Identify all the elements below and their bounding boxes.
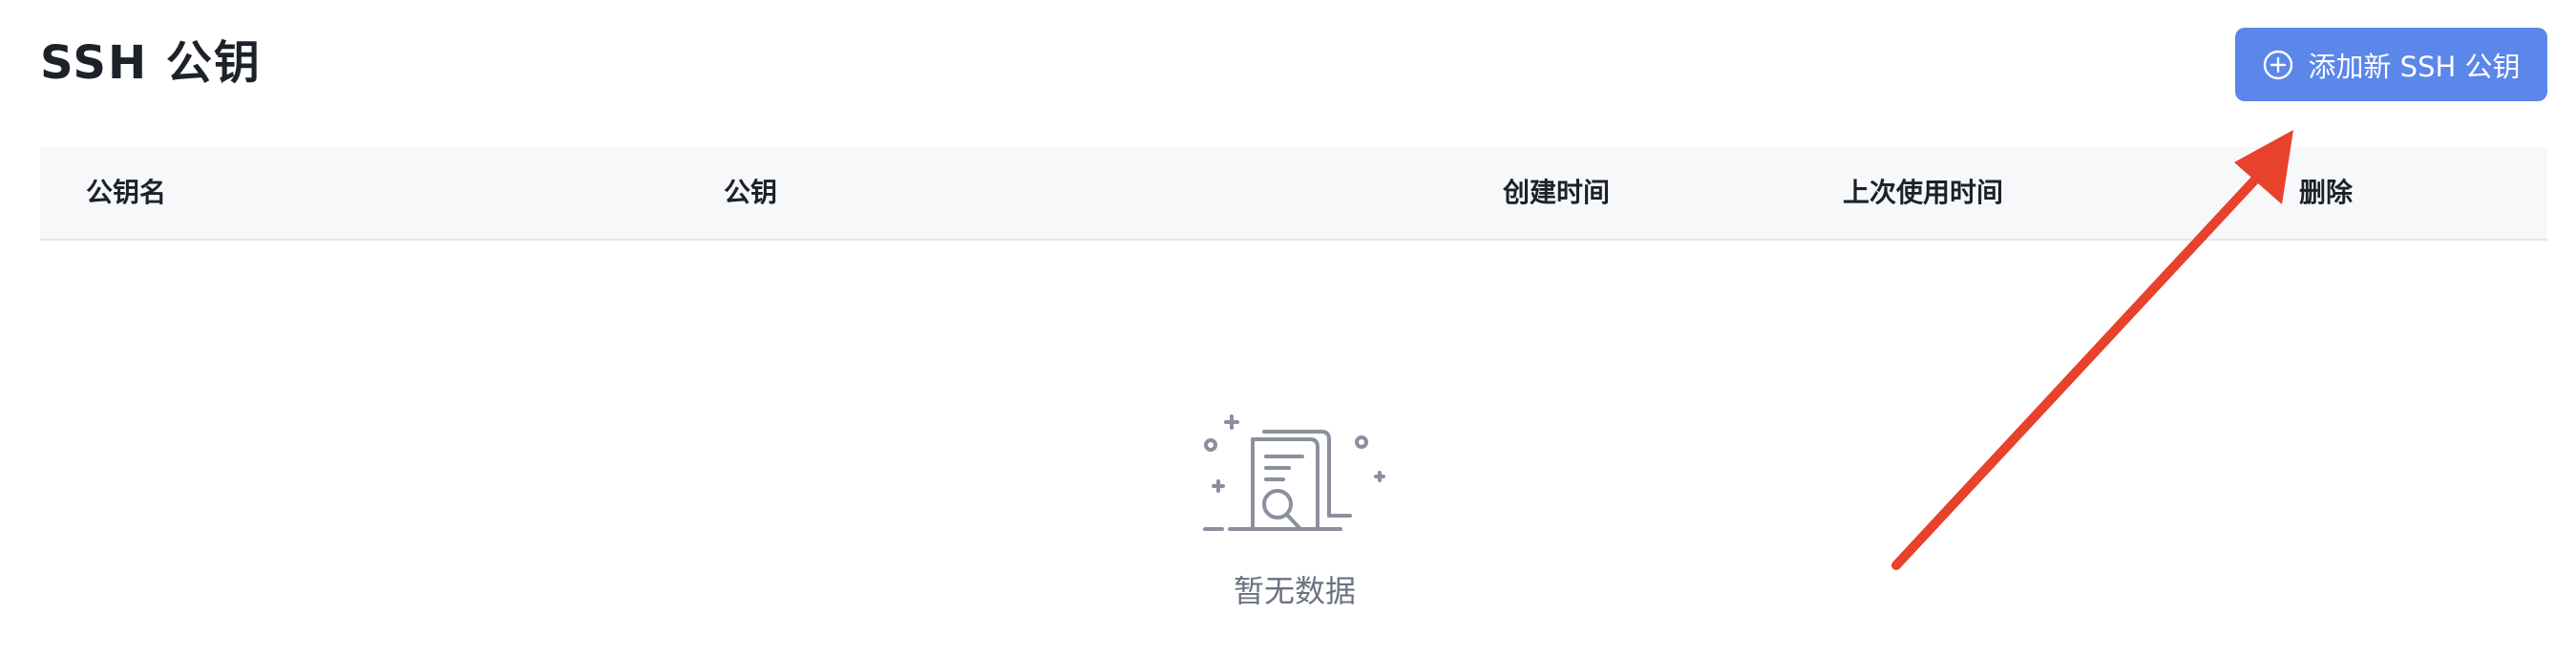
add-ssh-key-button[interactable]: 添加新 SSH 公钥 [2235,28,2547,101]
column-header-delete: 删除 [2299,177,2354,208]
empty-document-icon [1203,414,1385,531]
empty-state-text: 暂无数据 [1233,573,1356,609]
table-header: 公钥名 公钥 创建时间 上次使用时间 删除 [40,147,2547,241]
column-header-public-key: 公钥 [724,177,778,208]
column-header-key-name: 公钥名 [86,177,167,208]
page-title: SSH 公钥 [40,36,262,90]
annotation-arrow [1891,130,2293,570]
plus-circle-icon [2264,50,2293,79]
column-header-created-time: 创建时间 [1503,177,1611,208]
column-header-last-used-time: 上次使用时间 [1843,177,2004,208]
add-ssh-key-button-label: 添加新 SSH 公钥 [2308,50,2521,83]
